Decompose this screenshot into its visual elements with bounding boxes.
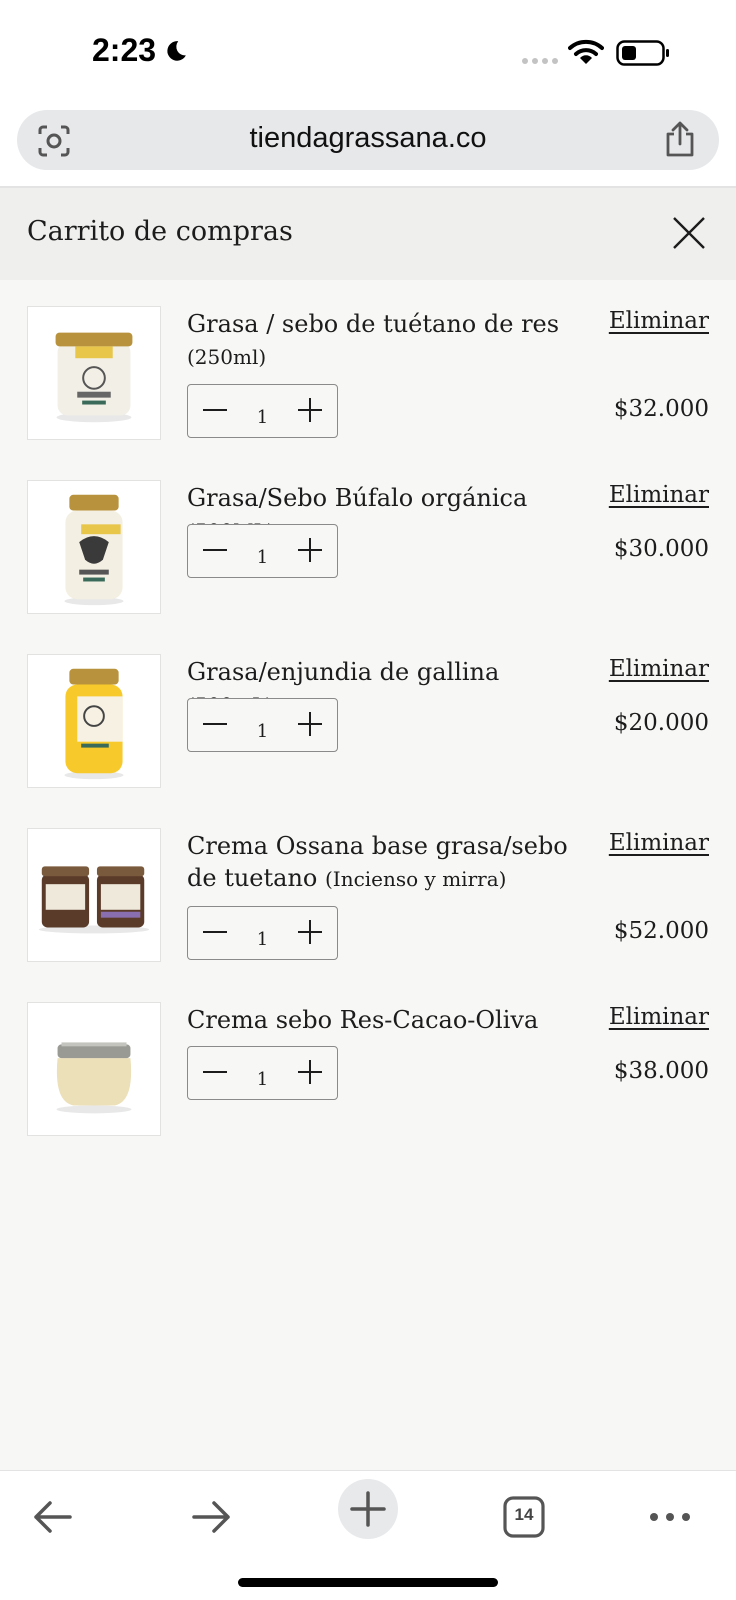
product-image[interactable] bbox=[27, 480, 161, 614]
cart-item: Crema sebo Res-Cacao-Oliva Eliminar 1 $3… bbox=[0, 976, 736, 1150]
remove-button[interactable]: Eliminar bbox=[609, 1004, 709, 1030]
quantity-stepper: 1 bbox=[187, 698, 338, 752]
quantity-stepper: 1 bbox=[187, 384, 338, 438]
remove-button[interactable]: Eliminar bbox=[609, 830, 709, 856]
product-title: Crema sebo Res-Cacao-Oliva bbox=[187, 1006, 539, 1034]
moon-icon bbox=[167, 40, 186, 61]
share-icon[interactable] bbox=[663, 120, 697, 158]
quantity-stepper: 1 bbox=[187, 524, 338, 578]
battery-icon bbox=[616, 40, 669, 66]
jar-image bbox=[38, 866, 150, 934]
quantity-stepper: 1 bbox=[187, 906, 338, 960]
plus-icon[interactable] bbox=[295, 395, 325, 425]
plus-icon[interactable] bbox=[295, 1057, 325, 1087]
product-price: $32.000 bbox=[613, 396, 709, 422]
jar-image bbox=[56, 1042, 132, 1114]
more-icon[interactable] bbox=[640, 1487, 700, 1547]
close-icon[interactable] bbox=[672, 216, 706, 250]
jar-image bbox=[64, 494, 124, 606]
cart-header: Carrito de compras bbox=[0, 188, 736, 280]
product-name: Grasa / sebo de tuétano de res (250ml) bbox=[187, 308, 587, 373]
url-text: tiendagrassana.co bbox=[249, 122, 487, 154]
product-price: $20.000 bbox=[613, 710, 709, 736]
product-price: $52.000 bbox=[613, 918, 709, 944]
remove-button[interactable]: Eliminar bbox=[609, 482, 709, 508]
browser-address-area: tiendagrassana.co bbox=[0, 100, 736, 188]
cart-item: Grasa/enjundia de gallina (500mL) Elimin… bbox=[0, 628, 736, 802]
cart-item: Grasa / sebo de tuétano de res (250ml) E… bbox=[0, 280, 736, 454]
back-arrow-icon[interactable] bbox=[24, 1487, 84, 1547]
new-tab-icon[interactable] bbox=[338, 1479, 398, 1539]
plus-icon[interactable] bbox=[295, 709, 325, 739]
product-name: Crema sebo Res-Cacao-Oliva bbox=[187, 1004, 587, 1036]
quantity-stepper: 1 bbox=[187, 1046, 338, 1100]
remove-button[interactable]: Eliminar bbox=[609, 656, 709, 682]
product-variant: (250ml) bbox=[187, 345, 267, 369]
status-bar: 2:23 bbox=[0, 0, 736, 100]
product-name: Crema Ossana base grasa/sebo de tuetano … bbox=[187, 830, 587, 895]
product-price: $38.000 bbox=[613, 1058, 709, 1084]
home-indicator[interactable] bbox=[238, 1578, 498, 1587]
jar-image bbox=[55, 332, 133, 423]
forward-arrow-icon[interactable] bbox=[180, 1487, 240, 1547]
product-title: Grasa/Sebo Búfalo orgánica bbox=[187, 484, 528, 512]
plus-icon[interactable] bbox=[295, 535, 325, 565]
tabs-button[interactable]: 14 bbox=[494, 1487, 554, 1547]
address-bar[interactable]: tiendagrassana.co bbox=[17, 110, 719, 170]
cart-title: Carrito de compras bbox=[27, 216, 293, 247]
product-title: Grasa/enjundia de gallina bbox=[187, 658, 500, 686]
product-variant: (Incienso y mirra) bbox=[325, 867, 507, 891]
jar-image bbox=[64, 668, 124, 780]
product-image[interactable] bbox=[27, 828, 161, 962]
cart-item: Grasa/Sebo Búfalo orgánica (500ML) Elimi… bbox=[0, 454, 736, 628]
product-image[interactable] bbox=[27, 654, 161, 788]
tabs-count: 14 bbox=[514, 1505, 534, 1524]
wifi-icon bbox=[568, 39, 604, 64]
cart-item: Crema Ossana base grasa/sebo de tuetano … bbox=[0, 802, 736, 976]
status-time: 2:23 bbox=[92, 32, 188, 69]
plus-icon[interactable] bbox=[295, 917, 325, 947]
time-text: 2:23 bbox=[92, 32, 157, 68]
product-price: $30.000 bbox=[613, 536, 709, 562]
cellular-signal-icon bbox=[522, 58, 558, 64]
remove-button[interactable]: Eliminar bbox=[609, 308, 709, 334]
product-image[interactable] bbox=[27, 306, 161, 440]
product-image[interactable] bbox=[27, 1002, 161, 1136]
product-title: Grasa / sebo de tuétano de res bbox=[187, 310, 560, 338]
